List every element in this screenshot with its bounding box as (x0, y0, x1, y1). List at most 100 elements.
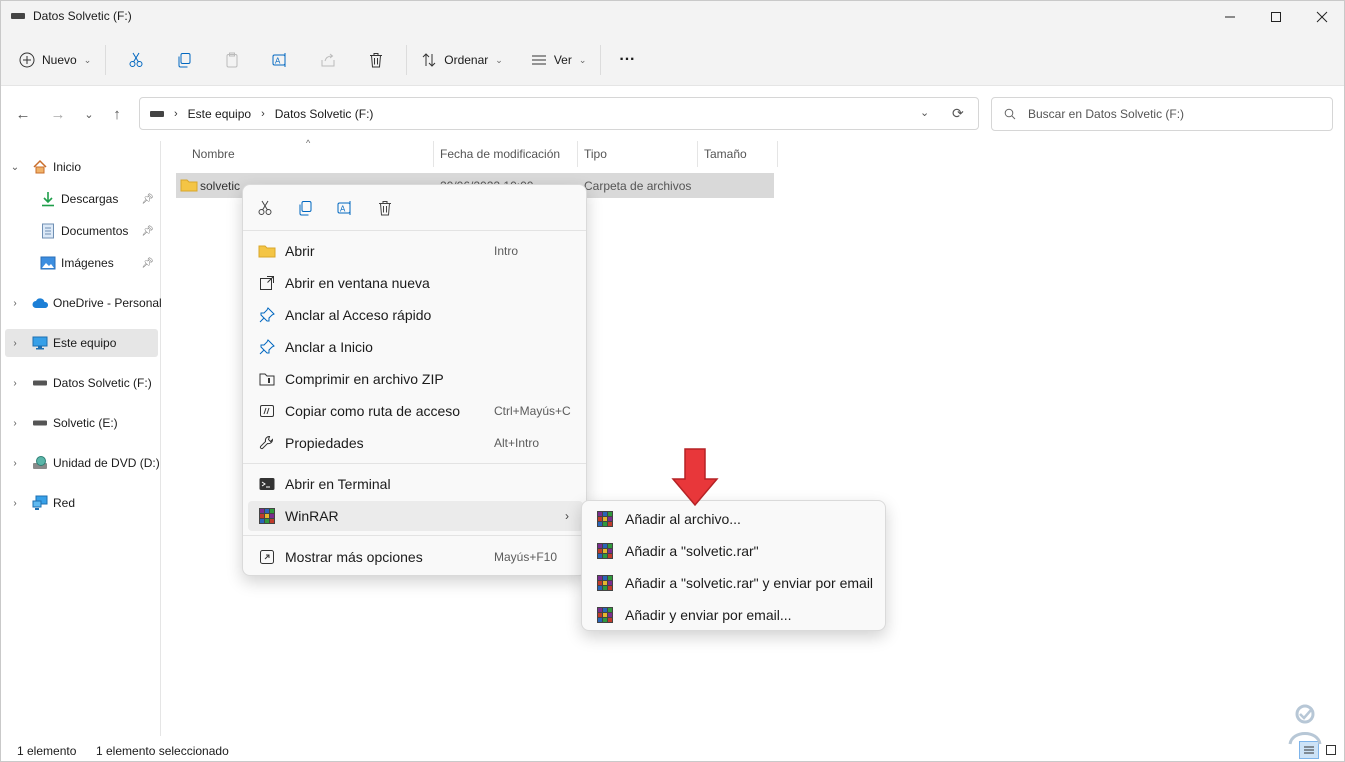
sidebar-item-inicio[interactable]: ⌄ Inicio (5, 153, 158, 181)
menu-item-open-new-window[interactable]: Abrir en ventana nueva (248, 268, 583, 298)
view-button-label: Ver (553, 53, 572, 67)
sidebar-item-dvd[interactable]: › Unidad de DVD (D:) (5, 449, 160, 477)
drive-icon (32, 415, 48, 431)
submenu-item-add-to-rar[interactable]: Añadir a "solvetic.rar" (587, 536, 882, 566)
menu-item-shortcut: Alt+Intro (494, 436, 540, 450)
document-icon (40, 223, 56, 239)
menu-item-label: Anclar al Acceso rápido (285, 307, 432, 323)
file-name: solvetic (200, 178, 241, 193)
breadcrumb-separator-icon: › (261, 107, 265, 120)
column-header-date[interactable]: Fecha de modificación (434, 141, 578, 167)
cut-button[interactable] (255, 198, 275, 218)
menu-item-pin-start[interactable]: Anclar a Inicio (248, 332, 583, 362)
menu-item-more-options[interactable]: Mostrar más opciones Mayús+F10 (248, 542, 583, 572)
pin-icon[interactable]: 📌︎ (141, 258, 154, 269)
submenu-item-label: Añadir a "solvetic.rar" y enviar por ema… (625, 575, 874, 591)
trash-icon (370, 53, 383, 68)
submenu-item-add-and-email[interactable]: Añadir y enviar por email... (587, 600, 882, 630)
copy-button[interactable] (295, 198, 315, 218)
address-bar[interactable]: › Este equipo › Datos Solvetic (F:) ⌄ ⟳ (139, 97, 979, 130)
new-button-label: Nuevo (42, 53, 77, 67)
submenu-item-add-archive[interactable]: Añadir al archivo... (587, 504, 882, 534)
new-button[interactable]: Nuevo ⌄ (11, 44, 99, 76)
sidebar-item-label: Unidad de DVD (D:) (53, 456, 160, 470)
sidebar-item-label: Inicio (53, 160, 82, 174)
annotation-arrow-icon (671, 448, 719, 507)
toolbar-divider (600, 45, 602, 75)
copy-icon (178, 53, 191, 68)
menu-item-winrar[interactable]: WinRAR › (248, 501, 583, 531)
chevron-right-icon[interactable]: › (9, 498, 21, 509)
paste-button[interactable] (216, 44, 248, 76)
view-button[interactable]: Ver ⌄ (523, 44, 595, 76)
submenu-item-add-to-rar-email[interactable]: Añadir a "solvetic.rar" y enviar por ema… (587, 568, 882, 598)
column-header-size[interactable]: Tamaño (698, 141, 778, 167)
sidebar-item-imagenes[interactable]: Imágenes 📌︎ (5, 249, 158, 277)
status-bar: 1 elemento 1 elemento seleccionado (1, 739, 1344, 762)
chevron-right-icon: › (565, 509, 569, 523)
sort-button-label: Ordenar (444, 53, 489, 67)
pictures-icon (40, 255, 56, 271)
menu-item-open-terminal[interactable]: Abrir en Terminal (248, 469, 583, 499)
menu-item-pin-quick-access[interactable]: Anclar al Acceso rápido (248, 300, 583, 330)
see-more-button[interactable]: ··· (607, 44, 647, 76)
home-icon (32, 159, 48, 175)
sidebar-item-solvetic-e[interactable]: › Solvetic (E:) (5, 409, 158, 437)
rename-button[interactable]: A (335, 198, 355, 218)
delete-button[interactable] (375, 198, 395, 218)
copy-button[interactable] (168, 44, 200, 76)
recent-locations-button[interactable]: ⌄ (77, 104, 101, 124)
arrow-right-icon: → (50, 105, 66, 123)
breadcrumb-this-pc[interactable]: Este equipo (188, 107, 251, 121)
sidebar-item-red[interactable]: › Red (5, 489, 158, 517)
back-button[interactable]: ← (11, 104, 35, 124)
menu-item-copy-path[interactable]: Copiar como ruta de acceso Ctrl+Mayús+C (248, 396, 583, 426)
share-icon (321, 53, 335, 67)
window-title: Datos Solvetic (F:) (11, 9, 132, 23)
chevron-right-icon[interactable]: › (9, 338, 21, 349)
sidebar-item-datos-solvetic[interactable]: › Datos Solvetic (F:) (5, 369, 158, 397)
rename-button[interactable]: A (264, 44, 296, 76)
sidebar-item-descargas[interactable]: Descargas 📌︎ (5, 185, 158, 213)
sidebar-item-label: Descargas (61, 192, 119, 206)
chevron-down-icon[interactable]: ⌄ (9, 162, 21, 173)
breadcrumb-drive-f[interactable]: Datos Solvetic (F:) (275, 107, 374, 121)
trash-icon (379, 200, 391, 215)
forward-button[interactable]: → (46, 104, 70, 124)
menu-item-label: Abrir en Terminal (285, 476, 391, 492)
chevron-right-icon[interactable]: › (9, 378, 21, 389)
pin-icon[interactable]: 📌︎ (141, 194, 154, 205)
share-button[interactable] (312, 44, 344, 76)
chevron-right-icon[interactable]: › (9, 298, 21, 309)
open-new-window-icon (258, 274, 276, 292)
menu-item-properties[interactable]: Propiedades Alt+Intro (248, 428, 583, 458)
address-history-button[interactable]: ⌄ (920, 106, 929, 119)
sidebar-item-documentos[interactable]: Documentos 📌︎ (5, 217, 158, 245)
chevron-right-icon[interactable]: › (9, 418, 21, 429)
title-and-toolbar: Datos Solvetic (F:) Nuevo ⌄ A Ordenar ⌄ … (1, 1, 1344, 85)
cut-button[interactable] (120, 44, 152, 76)
menu-item-compress-zip[interactable]: Comprimir en archivo ZIP (248, 364, 583, 394)
sort-button[interactable]: Ordenar ⌄ (413, 44, 511, 76)
sidebar-item-este-equipo[interactable]: › Este equipo (5, 329, 158, 357)
maximize-button[interactable] (1253, 1, 1299, 33)
refresh-icon[interactable]: ⟳ (952, 105, 964, 122)
delete-button[interactable] (360, 44, 392, 76)
column-header-name[interactable]: Nombre (186, 141, 434, 167)
sort-icon (422, 53, 436, 67)
pin-icon[interactable]: 📌︎ (141, 226, 154, 237)
chevron-right-icon[interactable]: › (9, 458, 21, 469)
minimize-button[interactable] (1207, 1, 1253, 33)
pin-icon (258, 306, 276, 324)
scissors-icon (258, 200, 272, 215)
submenu-item-label: Añadir al archivo... (625, 511, 741, 527)
sidebar-item-label: Red (53, 496, 76, 510)
column-header-type[interactable]: Tipo (578, 141, 698, 167)
close-button[interactable] (1299, 1, 1345, 33)
sidebar-item-onedrive[interactable]: › OneDrive - Personal (5, 289, 161, 317)
search-box[interactable]: Buscar en Datos Solvetic (F:) (991, 97, 1333, 131)
context-menu: A Abrir Intro Abrir en ventana nueva Anc… (242, 184, 587, 576)
menu-item-abrir[interactable]: Abrir Intro (248, 236, 583, 266)
up-button[interactable]: ↑ (105, 104, 129, 124)
copy-path-icon (258, 402, 276, 420)
